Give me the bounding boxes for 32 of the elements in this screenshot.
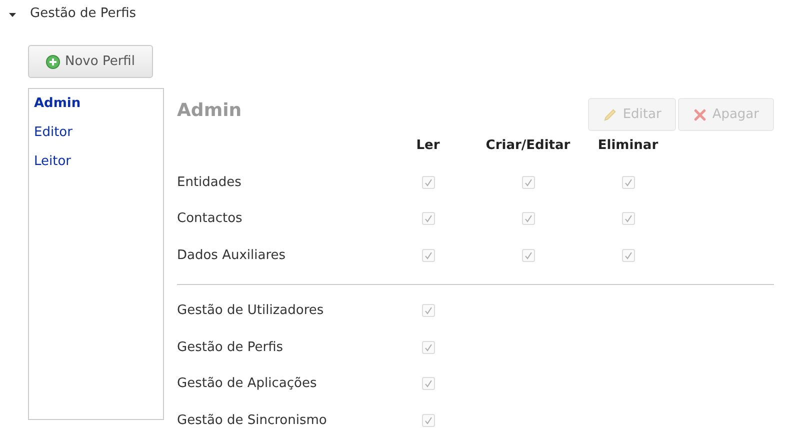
permission-label: Gestão de Perfis xyxy=(177,338,284,356)
profile-item[interactable]: Admin xyxy=(34,95,158,124)
check-icon xyxy=(624,250,632,260)
permission-label: Gestão de Sincronismo xyxy=(177,412,328,430)
check-icon xyxy=(524,178,532,187)
check-icon xyxy=(624,178,632,187)
check-icon xyxy=(524,214,532,224)
plus-icon xyxy=(46,54,60,68)
permission-label: Dados Auxiliares xyxy=(177,246,287,264)
check-icon xyxy=(424,178,432,187)
permission-label: Entidades xyxy=(177,174,242,192)
permission-label: Gestão de Aplicações xyxy=(177,375,318,393)
pencil-icon xyxy=(602,107,618,122)
column-header: Eliminar xyxy=(598,137,658,156)
check-icon xyxy=(424,342,432,352)
profile-item[interactable]: Editor xyxy=(34,124,158,153)
permission-label: Gestão de Utilizadores xyxy=(177,302,325,320)
check-icon xyxy=(424,379,432,388)
profile-item[interactable]: Leitor xyxy=(34,153,158,182)
check-icon xyxy=(424,306,432,316)
column-header: Ler xyxy=(416,137,440,156)
new-profile-button[interactable]: Novo Perfil xyxy=(28,45,153,78)
permission-label: Contactos xyxy=(177,210,244,228)
cross-icon xyxy=(693,108,708,122)
section-title: Gestão de Perfis xyxy=(30,5,136,24)
check-icon xyxy=(424,416,432,425)
check-icon xyxy=(624,214,632,224)
check-icon xyxy=(524,250,532,260)
check-icon xyxy=(424,250,432,260)
check-icon xyxy=(424,214,432,224)
profile-title: Admin xyxy=(177,99,242,123)
column-header: Criar/Editar xyxy=(486,137,570,156)
